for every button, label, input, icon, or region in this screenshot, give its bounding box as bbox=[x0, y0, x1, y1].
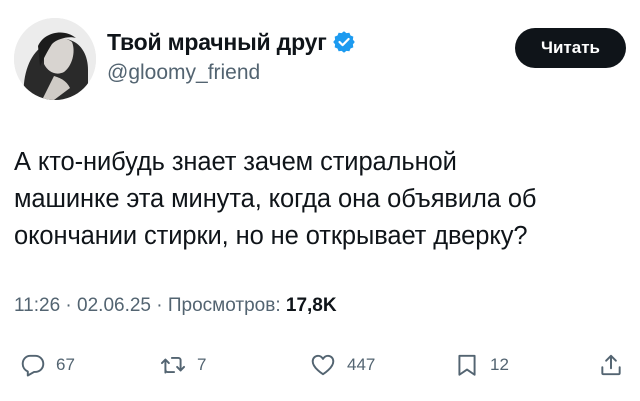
like-button[interactable]: 447 bbox=[309, 345, 375, 385]
like-count: 447 bbox=[347, 355, 376, 374]
share-icon bbox=[601, 354, 621, 376]
meta-separator: · bbox=[151, 295, 168, 316]
bookmark-count: 12 bbox=[490, 355, 509, 374]
tweet-meta: 11:26 · 02.06.25 · Просмотров: 17,8K bbox=[14, 295, 337, 317]
reply-icon bbox=[21, 354, 45, 377]
tweet-card: Твой мрачный друг @gloomy_friend Читать … bbox=[0, 0, 640, 401]
tweet-text-line: машинке эта минута, когда она объявила о… bbox=[14, 185, 537, 213]
avatar-image bbox=[14, 18, 96, 100]
reply-button[interactable]: 67 bbox=[20, 345, 75, 385]
views-count: 17,8K bbox=[285, 295, 337, 316]
meta-separator: · bbox=[60, 295, 78, 316]
verified-badge-icon[interactable] bbox=[332, 31, 355, 53]
views-label: Просмотров: bbox=[167, 295, 281, 316]
tweet-text-line: окончании стирки, но не открывает дверку… bbox=[14, 222, 528, 250]
repost-button[interactable]: 7 bbox=[159, 345, 206, 385]
action-bar: 67 7 447 12 bbox=[14, 345, 626, 385]
avatar[interactable] bbox=[14, 18, 96, 100]
tweet-time[interactable]: 11:26 bbox=[14, 295, 60, 316]
bookmark-button[interactable]: 12 bbox=[454, 345, 509, 385]
reply-count: 67 bbox=[56, 355, 75, 374]
repost-icon bbox=[160, 356, 186, 374]
user-handle[interactable]: @gloomy_friend bbox=[107, 61, 355, 85]
bookmark-icon bbox=[458, 354, 476, 376]
display-name-row: Твой мрачный друг bbox=[107, 26, 355, 58]
tweet-text-line: А кто-нибудь знает зачем стиральной bbox=[14, 148, 457, 176]
repost-count: 7 bbox=[197, 355, 207, 374]
tweet-date[interactable]: 02.06.25 bbox=[77, 295, 151, 316]
share-button[interactable] bbox=[598, 345, 624, 385]
heart-icon bbox=[311, 354, 335, 376]
tweet-text: А кто-нибудь знает зачем стиральной маши… bbox=[14, 144, 626, 255]
user-info: Твой мрачный друг @gloomy_friend bbox=[107, 26, 355, 85]
follow-button[interactable]: Читать bbox=[515, 28, 626, 68]
display-name[interactable]: Твой мрачный друг bbox=[107, 29, 327, 56]
tweet-header: Твой мрачный друг @gloomy_friend Читать bbox=[14, 18, 626, 102]
